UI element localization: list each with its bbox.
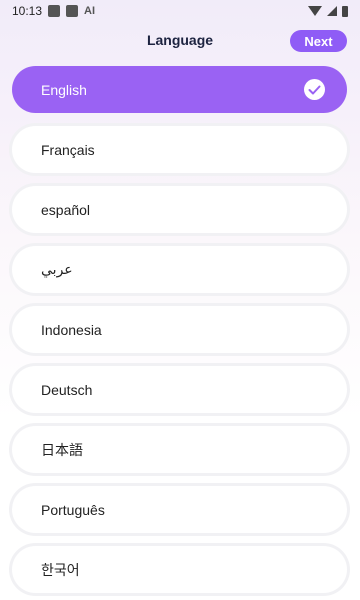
language-item-korean[interactable]: 한국어 [12,546,347,593]
header: Language Next [0,26,360,56]
wifi-icon [308,6,322,16]
status-time: 10:13 [12,4,43,18]
status-bar: 10:13 AI [0,0,360,22]
language-label: Indonesia [41,321,102,338]
language-label: 日本語 [41,441,83,458]
signal-icon [327,6,337,16]
language-item-deutsch[interactable]: Deutsch [12,366,347,413]
language-item-arabic[interactable]: عربي [12,246,347,293]
language-item-indonesia[interactable]: Indonesia [12,306,347,353]
ai-icon: AI [84,5,96,17]
language-item-japanese[interactable]: 日本語 [12,426,347,473]
next-button[interactable]: Next [290,30,347,52]
battery-icon [342,5,348,17]
check-icon [304,79,325,100]
language-label: Français [41,141,95,158]
language-label: عربي [41,261,73,277]
language-label: Deutsch [41,381,93,398]
language-item-francais[interactable]: Français [12,126,347,173]
language-label: español [41,201,91,218]
notification-icon-2 [66,5,79,17]
language-item-portugues[interactable]: Português [12,486,347,533]
language-label: Português [41,501,105,518]
notification-icon [48,5,61,17]
language-item-english[interactable]: English [12,66,347,113]
language-label: 한국어 [41,561,80,578]
language-label: English [41,81,87,98]
language-item-espanol[interactable]: español [12,186,347,233]
